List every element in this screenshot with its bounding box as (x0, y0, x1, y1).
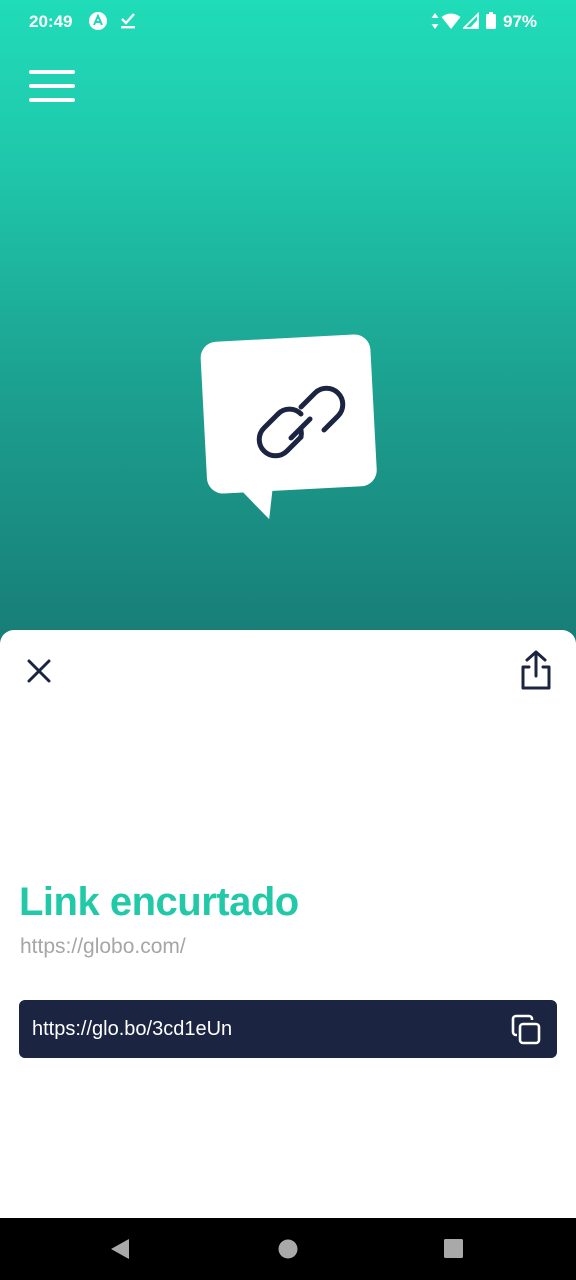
home-icon[interactable] (258, 1218, 318, 1280)
hamburger-menu-icon[interactable] (29, 70, 75, 104)
result-sheet: Link encurtado https://globo.com/ https:… (0, 630, 576, 1218)
short-url-text[interactable]: https://glo.bo/3cd1eUn (32, 1018, 232, 1041)
copy-icon[interactable] (507, 1011, 545, 1049)
system-navigation-bar (0, 1218, 576, 1280)
original-url: https://globo.com/ (20, 935, 186, 958)
status-bar: 20:49 97% (0, 0, 576, 44)
data-arrows-icon (431, 13, 439, 29)
share-icon[interactable] (514, 648, 558, 694)
recents-icon[interactable] (424, 1218, 484, 1280)
app-notification-icon (89, 12, 107, 30)
wifi-icon (441, 13, 461, 29)
chat-bubble-link-icon (200, 334, 377, 520)
back-icon[interactable] (90, 1218, 150, 1280)
download-done-icon (121, 13, 135, 29)
hero-background: 20:49 97% (0, 0, 576, 660)
page-title: Link encurtado (19, 880, 299, 924)
battery-percentage: 97% (503, 12, 538, 31)
short-url-box[interactable]: https://glo.bo/3cd1eUn (19, 1000, 557, 1058)
cell-signal-icon (463, 11, 479, 29)
battery-icon (486, 12, 496, 29)
close-icon[interactable] (18, 650, 60, 692)
status-time: 20:49 (29, 12, 73, 31)
